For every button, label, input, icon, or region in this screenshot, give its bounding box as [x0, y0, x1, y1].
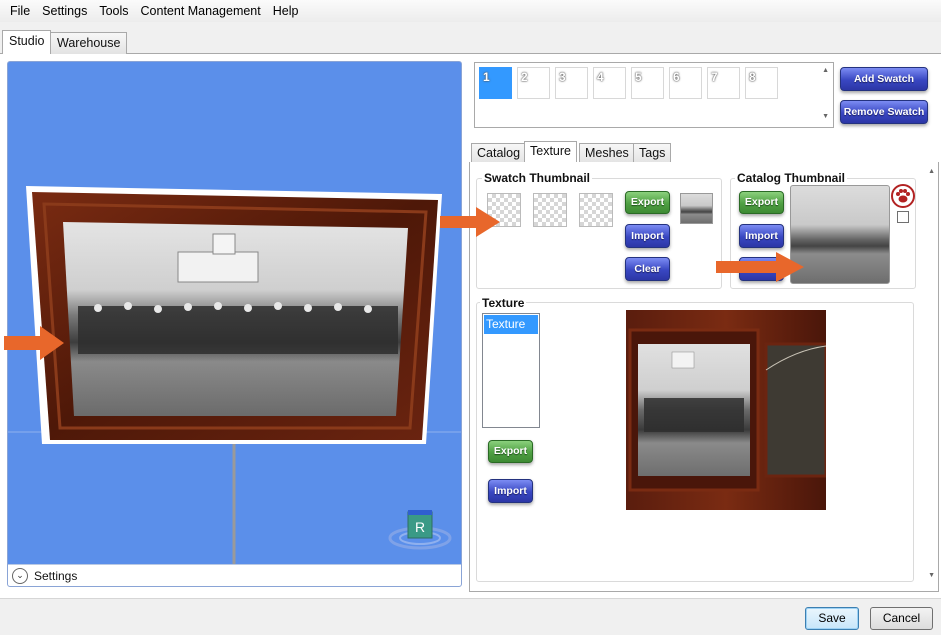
paw-icon[interactable] [891, 184, 915, 208]
tab-texture[interactable]: Texture [524, 141, 577, 164]
texture-import-button[interactable]: Import [488, 479, 533, 503]
save-button[interactable]: Save [805, 607, 859, 630]
tab-warehouse[interactable]: Warehouse [50, 32, 128, 54]
catalog-thumbnail-title: Catalog Thumbnail [735, 171, 847, 185]
swatch-clear-button[interactable]: Clear [625, 257, 670, 281]
swatch-thumbnail-title: Swatch Thumbnail [482, 171, 593, 185]
texture-export-button[interactable]: Export [488, 440, 533, 463]
r-cube-icon[interactable]: R [388, 508, 452, 552]
menu-tools[interactable]: Tools [93, 4, 134, 18]
top-tab-bar: Studio Warehouse [0, 30, 941, 55]
menu-content-management[interactable]: Content Management [135, 4, 267, 18]
scroll-down-icon[interactable]: ▼ [822, 113, 829, 120]
bottom-action-bar [0, 598, 941, 635]
texture-title: Texture [480, 296, 527, 310]
settings-label: Settings [34, 568, 78, 583]
scroll-up-icon[interactable]: ▲ [822, 67, 829, 74]
tab-catalog[interactable]: Catalog [471, 143, 527, 163]
annotation-arrow-icon [440, 207, 500, 237]
panel-scrollbar[interactable]: ▲ ▼ [924, 168, 936, 588]
texture-list-item[interactable]: Texture [484, 315, 538, 334]
annotation-arrow-icon [4, 326, 64, 360]
annotation-arrow-icon [716, 252, 804, 282]
swatch-thumb-slot-2 [533, 193, 567, 227]
tab-tags[interactable]: Tags [633, 143, 672, 163]
sub-tab-bar: Catalog Texture Meshes Tags [469, 141, 939, 164]
menu-help[interactable]: Help [267, 4, 305, 18]
tab-studio[interactable]: Studio [2, 30, 52, 55]
swatch-5[interactable]: 5 [631, 67, 664, 99]
swatch-4[interactable]: 4 [593, 67, 626, 99]
swatch-2[interactable]: 2 [517, 67, 550, 99]
chevron-down-icon[interactable]: ⌄ [12, 567, 28, 584]
catalog-export-button[interactable]: Export [739, 191, 784, 214]
add-swatch-button[interactable]: Add Swatch [840, 67, 928, 91]
scroll-up-icon[interactable]: ▲ [928, 168, 935, 175]
swatch-list[interactable]: 1 2 3 4 5 6 7 8 ▲ ▼ [474, 62, 834, 128]
swatch-8[interactable]: 8 [745, 67, 778, 99]
viewport-scene [8, 186, 461, 565]
svg-text:R: R [415, 519, 425, 535]
catalog-thumbnail-checkbox[interactable] [897, 211, 909, 223]
scroll-down-icon[interactable]: ▼ [928, 572, 935, 579]
swatch-export-button[interactable]: Export [625, 191, 670, 214]
swatch-thumbnail-image [680, 193, 713, 224]
swatch-3[interactable]: 3 [555, 67, 588, 99]
swatch-thumb-slot-3 [579, 193, 613, 227]
swatch-1[interactable]: 1 [479, 67, 512, 99]
swatch-7[interactable]: 7 [707, 67, 740, 99]
viewport-3d[interactable]: R ⌄ Settings [7, 61, 462, 587]
menu-settings[interactable]: Settings [36, 4, 93, 18]
catalog-import-button[interactable]: Import [739, 224, 784, 248]
texture-listbox[interactable]: Texture [482, 313, 540, 428]
swatch-6[interactable]: 6 [669, 67, 702, 99]
tab-meshes[interactable]: Meshes [579, 143, 635, 163]
menu-file[interactable]: File [4, 4, 36, 18]
swatch-import-button[interactable]: Import [625, 224, 670, 248]
settings-expander[interactable]: ⌄ Settings [8, 564, 461, 586]
remove-swatch-button[interactable]: Remove Swatch [840, 100, 928, 124]
texture-preview-image [626, 310, 826, 510]
menu-bar: File Settings Tools Content Management H… [0, 0, 941, 22]
cancel-button[interactable]: Cancel [870, 607, 933, 630]
